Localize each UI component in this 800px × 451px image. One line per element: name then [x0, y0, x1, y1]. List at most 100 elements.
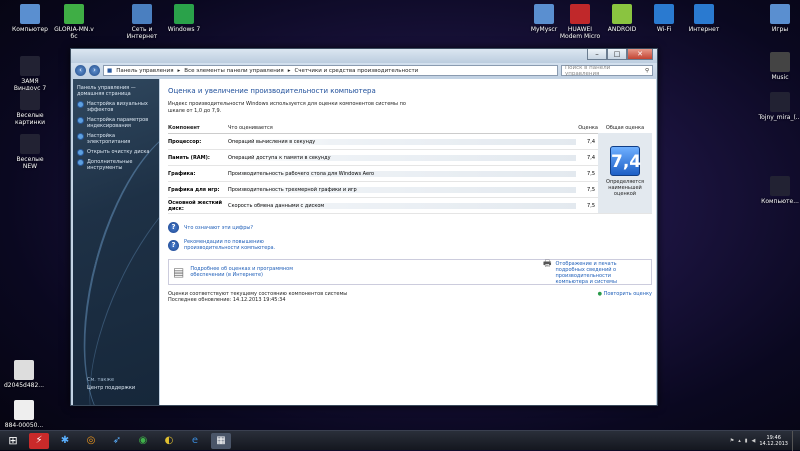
table-header: Компонент Что оценивается Оценка Общая о… [168, 125, 652, 134]
chevron-up-icon[interactable]: ▴ [738, 438, 741, 444]
chrome-icon[interactable]: ◐ [159, 433, 179, 449]
control-panel-icon: ■ [107, 67, 113, 74]
column-header: Оценка [578, 125, 598, 131]
rerun-assessment-link[interactable]: ● Повторить оценку [598, 291, 652, 297]
desktop-icon-left-3[interactable]: Windows 7 [160, 4, 208, 33]
maximize-button[interactable]: □ [607, 49, 627, 60]
sidebar-link-power[interactable]: Настройка электропитания [73, 133, 159, 145]
desktop-icon-label: Веселые NEW [16, 156, 44, 170]
sidebar-link-home[interactable]: Панель управления — домашняя страница [73, 85, 159, 97]
last-update-text: Последнее обновление: 14.12.2013 19:45:3… [168, 297, 286, 303]
app-icon-orange[interactable]: ◎ [81, 433, 101, 449]
table-cell-component: Графика: [168, 170, 196, 177]
table-row: Графика: Производительность рабочего стол… [168, 166, 652, 182]
ie-icon[interactable]: e [185, 433, 205, 449]
rocket-icon[interactable]: ➶ [107, 433, 127, 449]
intro-text: Индекс производительности Windows исполь… [168, 101, 406, 114]
desktop-icon-right-7[interactable]: Tojny_mira_(... [756, 92, 800, 121]
breadcrumb-item[interactable]: Счетчики и средства производительности [294, 68, 418, 74]
sidebar-link-advanced-tools[interactable]: Дополнительные инструменты [73, 159, 159, 171]
help-link-tips[interactable]: ? Рекомендации по повышению производител… [168, 239, 288, 251]
desktop-icon-right-8[interactable]: Компьюте... [756, 176, 800, 205]
back-button[interactable]: ‹ [75, 65, 86, 76]
clock-date: 14.12.2013 [759, 441, 788, 447]
globe-icon [132, 4, 152, 24]
desktop-icon-left-1[interactable]: GLORIA-MN.v бс [50, 4, 98, 40]
table-row: Процессор: Операций вычисления в секунду 7… [168, 134, 652, 150]
taskbar: ⊞ ⚡ ✱ ◎ ➶ ◉ ◐ e ▦ ⚑ ▴ ▮ ◀ 19:46 14.12.20… [0, 430, 800, 451]
minimize-button[interactable]: – [587, 49, 607, 60]
help-icon: ? [168, 222, 179, 233]
sidebar-link-visual-effects[interactable]: Настройка визуальных эффектов [73, 101, 159, 113]
desktop-icon-left-5[interactable]: Веселые картинки [6, 90, 54, 126]
music-icon [770, 52, 790, 72]
network-tray-icon[interactable]: ▮ [745, 438, 748, 444]
start-button[interactable]: ⊞ [3, 433, 23, 449]
shield-icon [77, 117, 84, 124]
overall-score-badge: 7,4 [610, 146, 641, 176]
table-cell-score: 7,4 [587, 138, 595, 145]
search-input[interactable]: Поиск в панели управления ⚲ [561, 65, 653, 77]
desktop-icon-right-1[interactable]: HUAWEI Modem Micro [556, 4, 604, 40]
file-icon [14, 360, 34, 380]
clock[interactable]: 19:46 14.12.2013 [759, 435, 788, 447]
desktop-icon-label: GLORIA-MN.v бс [54, 26, 94, 40]
system-tray: ⚑ ▴ ▮ ◀ 19:46 14.12.2013 [730, 431, 796, 451]
breadcrumb-item[interactable]: Все элементы панели управления [184, 68, 283, 74]
software-icon: ▤ [173, 265, 185, 279]
desktop-icon-left-6[interactable]: Веселые NEW [6, 134, 54, 170]
forward-button[interactable]: › [89, 65, 100, 76]
breadcrumb-item[interactable]: Панель управления [116, 68, 173, 74]
desktop-icon-left-2[interactable]: Сеть и Интернет [118, 4, 166, 40]
desktop-icon-right-2[interactable]: ANDROID [598, 4, 646, 33]
search-icon: ⚲ [644, 67, 649, 74]
desktop-icon-label: Сеть и Интернет [126, 26, 158, 40]
app-icon-red[interactable]: ⚡ [29, 432, 49, 449]
page-title: Оценка и увеличение производительности к… [168, 87, 376, 95]
desktop-icon-right-4[interactable]: Интернет [680, 4, 728, 33]
file-icon [14, 400, 34, 420]
table-row: Память (RAM): Операций доступа к памяти в… [168, 150, 652, 166]
printer-icon: 🖶 [543, 259, 552, 269]
shield-icon [77, 133, 84, 140]
performance-window: – □ ✕ ‹ › ■ Панель управления ▸ Все элем… [70, 48, 658, 406]
desktop-icon-label: Компьюте... [761, 198, 799, 205]
title-bar[interactable]: – □ ✕ [71, 49, 657, 63]
desktop-icon-left-7[interactable]: d2045d482... [0, 360, 48, 389]
network-icon[interactable]: ✱ [55, 433, 75, 449]
desktop-icon-left-0[interactable]: Компьютер [6, 4, 54, 33]
volume-icon[interactable]: ◀ [752, 438, 756, 444]
desktop-icon-right-6[interactable]: Music [756, 52, 800, 81]
breadcrumb-separator: ▸ [177, 67, 181, 74]
wifi-icon [654, 4, 674, 24]
modem-icon [570, 4, 590, 24]
desktop-icon-label: Игры [771, 26, 789, 33]
app-icon-green[interactable]: ◉ [133, 433, 153, 449]
column-header: Компонент [168, 125, 200, 131]
table-cell-what: Производительность рабочего стола для Wi… [228, 170, 576, 177]
wrench-icon [64, 4, 84, 24]
shield-icon [77, 149, 84, 156]
flag-icon[interactable]: ⚑ [730, 438, 734, 444]
sidebar-link-disk-cleanup[interactable]: Открыть очистку диска [73, 149, 159, 156]
support-center-link[interactable]: Центр поддержки [87, 385, 135, 391]
online-info-link[interactable]: Подробнее об оценках и программном обесп… [190, 266, 310, 278]
sidebar: Панель управления — домашняя страница На… [73, 79, 159, 405]
table-cell-what: Производительность трехмерной графики и … [228, 186, 576, 193]
help-link-meaning[interactable]: ? Что означают эти цифры? [168, 222, 648, 233]
address-bar[interactable]: ■ Панель управления ▸ Все элементы панел… [103, 65, 558, 76]
sidebar-link-indexing[interactable]: Настройка параметров индексирования [73, 117, 159, 129]
close-button[interactable]: ✕ [627, 49, 653, 60]
desktop-icon-right-5[interactable]: Игры [756, 4, 800, 33]
document-icon [20, 90, 40, 110]
control-panel-task-icon[interactable]: ▦ [211, 432, 231, 449]
table-cell-score: 7,4 [587, 154, 595, 161]
show-desktop-button[interactable] [792, 431, 796, 451]
detailed-info-link[interactable]: 🖶 Отображение и печать подробных сведени… [543, 259, 643, 286]
desktop-icon-left-8[interactable]: 884-00050... [0, 400, 48, 429]
status-area: Оценки соответствуют текущему состоянию … [168, 291, 652, 303]
help-icon: ? [168, 239, 179, 251]
table-cell-component: Память (RAM): [168, 154, 210, 161]
table-row: Основной жесткий диск: Скорость обмена да… [168, 198, 652, 214]
table-cell-component: Процессор: [168, 138, 202, 145]
